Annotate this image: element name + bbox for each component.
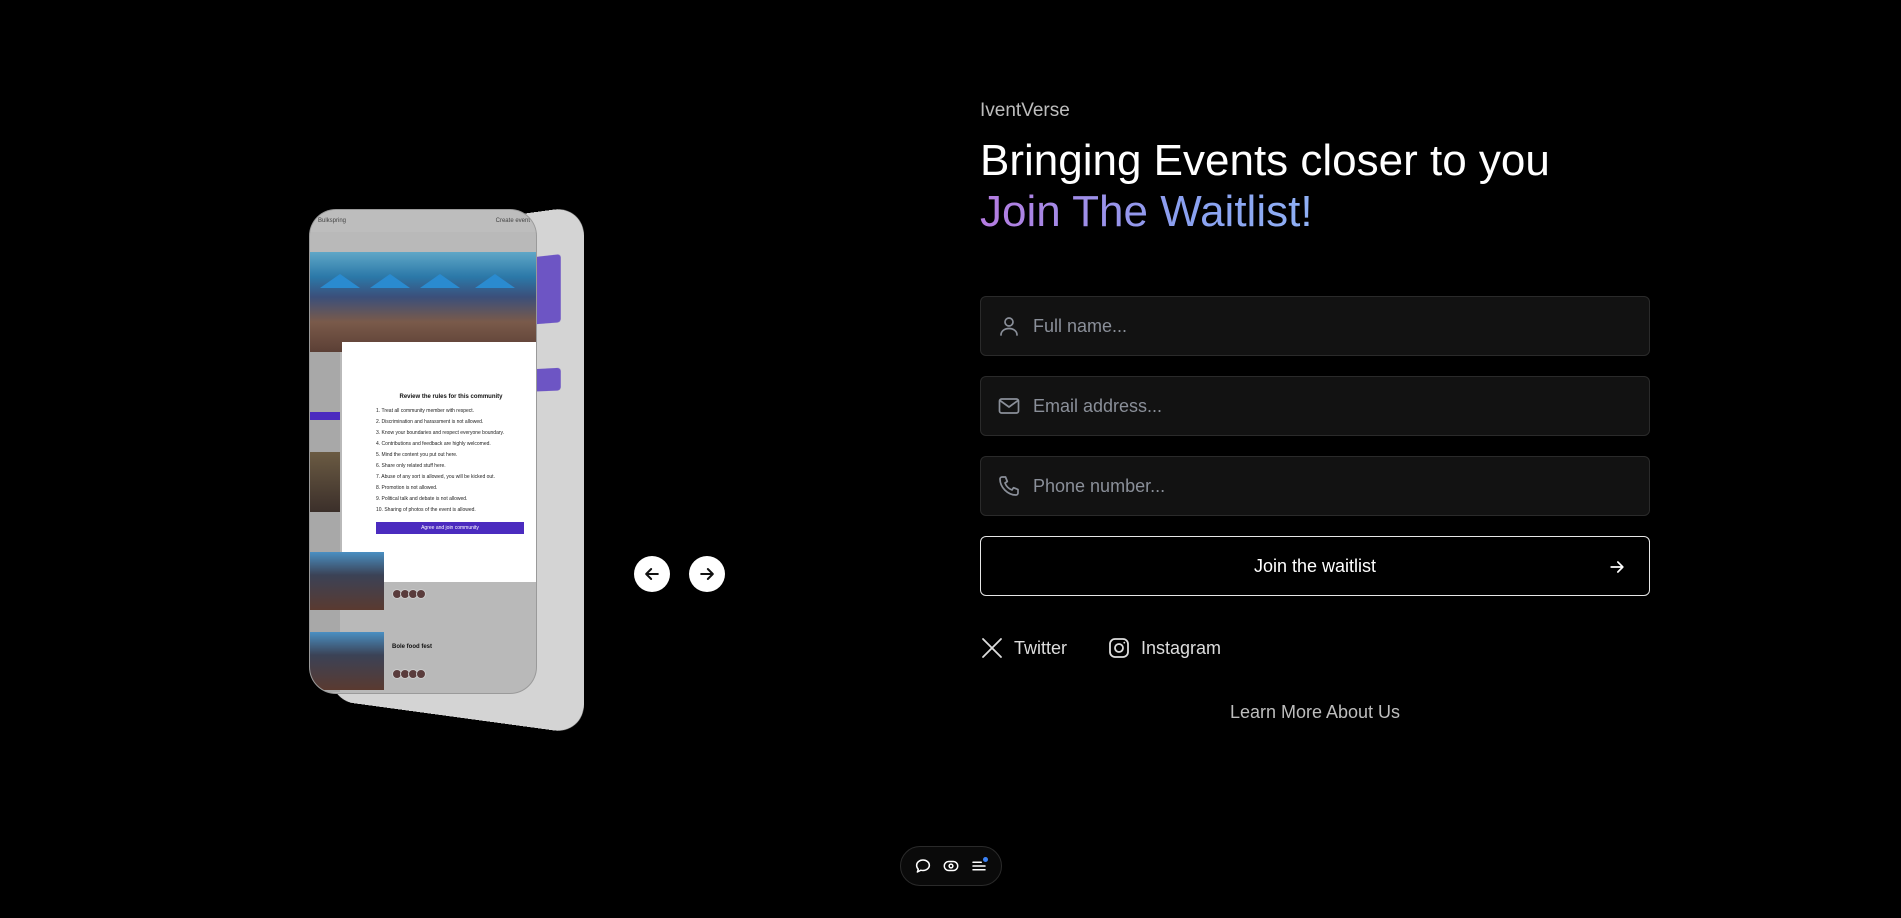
phone-mockup-front: Bulkspring Create event Review the rules… [310,210,536,693]
arrow-right-icon [1610,561,1624,573]
mockup-thumbnail [310,452,340,512]
comment-button[interactable] [912,855,934,877]
arrow-left-icon [645,568,659,580]
arrow-right-icon [700,568,714,580]
mockup-event-title: Bole food fest [392,644,432,650]
phone-field[interactable] [980,456,1650,516]
brand-name: IventVerse [980,100,1070,121]
carousel-next-button[interactable] [689,556,725,592]
carousel-prev-button[interactable] [634,556,670,592]
mockup-rule: 7. Abuse of any sort is allowed, you wil… [376,474,495,480]
page-subheadline: Join The Waitlist! [980,187,1313,236]
mockup-event-image [310,632,384,690]
mockup-rule: 6. Share only related stuff here. [376,463,446,469]
mockup-rule: 3. Know your boundaries and respect ever… [376,430,505,436]
learn-more-link[interactable]: Learn More About Us [980,702,1650,723]
email-input[interactable] [1031,394,1631,418]
instagram-icon [1109,638,1129,658]
mockup-rule: 2. Discrimination and harassment is not … [376,419,484,425]
mockup-rule: 8. Promotion is not allowed. [376,485,438,491]
twitter-link[interactable]: Twitter [980,636,1067,660]
mockup-event-card: Bole food fest [310,632,536,692]
mockup-rule: 10. Sharing of photos of the event is al… [376,507,476,513]
menu-button[interactable] [968,855,990,877]
mockup-event-image [310,552,384,610]
mockup-modal-title: Review the rules for this community [399,394,503,400]
notification-dot [983,857,988,862]
mockup-tent [420,274,460,288]
eye-icon [943,860,959,872]
join-waitlist-label: Join the waitlist [1253,556,1377,576]
fullname-field[interactable] [980,296,1650,356]
mail-icon [998,398,1020,414]
mockup-band [310,412,340,420]
mockup-hero-image [310,252,536,352]
mockup-avatars [392,586,436,599]
waitlist-page: Bulkspring Create event Review the rules… [0,0,1901,918]
user-icon [1000,317,1018,336]
mockup-topbar-right: Create event [495,218,530,224]
mockup-event-card [310,552,536,612]
mockup-tent [320,274,360,288]
instagram-label: Instagram [1141,637,1222,658]
instagram-link[interactable]: Instagram [1107,636,1221,660]
mockup-agree-button: Agree and join community [376,522,524,534]
mockup-topbar-left: Bulkspring [318,218,347,224]
twitter-label: Twitter [1014,637,1068,658]
comment-icon [915,859,931,873]
x-twitter-icon [982,638,1002,658]
mockup-rule: 4. Contributions and feedback are highly… [376,441,491,447]
email-field[interactable] [980,376,1650,436]
preview-toggle-button[interactable] [940,855,962,877]
mockup-tent [475,274,515,288]
mockup-topbar: Bulkspring Create event [310,210,536,232]
phone-icon [999,476,1019,496]
mockup-avatars [392,666,436,679]
page-headline: Bringing Events closer to you [980,136,1550,185]
mockup-rules-modal: Review the rules for this community 1. T… [342,342,536,582]
fullname-input[interactable] [1031,314,1631,338]
mockup-rule: 9. Political talk and debate is not allo… [376,496,468,502]
join-waitlist-button[interactable]: Join the waitlist [980,536,1650,596]
mockup-rule: 1. Treat all community member with respe… [376,408,475,414]
mockup-tent [370,274,410,288]
mockup-rule: 5. Mind the content you put out here. [376,452,458,458]
bottom-toolbar [900,846,1002,886]
phone-input[interactable] [1031,474,1631,498]
